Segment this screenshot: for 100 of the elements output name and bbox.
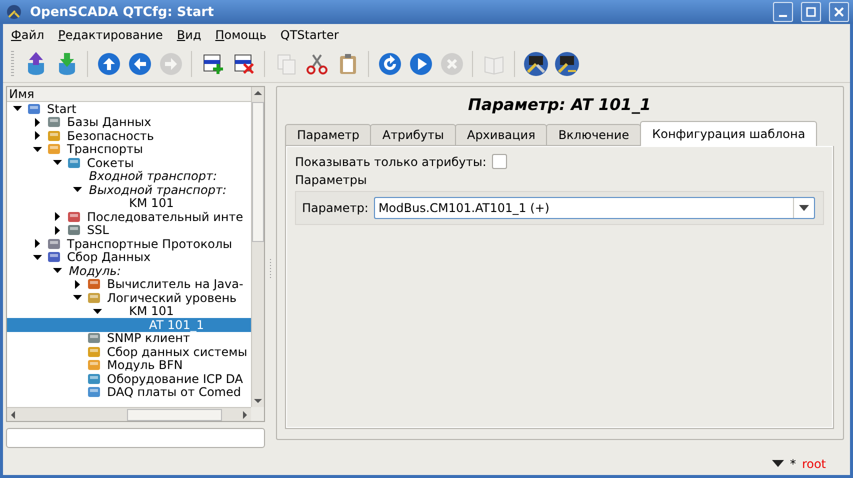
tree-row[interactable]: Start	[7, 102, 251, 116]
checkbox[interactable]	[492, 154, 508, 169]
dropdown-arrow-icon[interactable]	[772, 460, 784, 468]
tree-row[interactable]: Входной транспорт:	[7, 170, 251, 183]
tab[interactable]: Архивация	[454, 124, 548, 146]
minimize-button[interactable]	[773, 2, 793, 22]
tree-row[interactable]: Модуль BFN	[7, 358, 251, 372]
tree-row[interactable]: KM 101	[7, 196, 251, 210]
folder-node-icon	[27, 102, 41, 116]
tree-item-label: AT 101_1	[149, 318, 204, 332]
add-item-icon	[200, 52, 224, 76]
menu-item[interactable]: Вид	[176, 28, 202, 42]
folder-node-icon	[47, 236, 61, 251]
expanded-arrow-icon[interactable]	[53, 266, 62, 276]
tree-row[interactable]: Выходной транспорт:	[7, 183, 251, 196]
folder-node-icon	[47, 250, 61, 264]
tree-item-label: Сбор Данных	[67, 250, 151, 264]
tree-item-label: Модуль:	[69, 264, 121, 278]
folder-node-icon	[87, 358, 101, 372]
maximize-button[interactable]	[801, 2, 821, 22]
expanded-arrow-icon[interactable]	[73, 185, 82, 194]
collapsed-arrow-icon[interactable]	[53, 226, 62, 235]
close-icon	[834, 7, 844, 17]
tree-row[interactable]: Сбор данных системы	[7, 345, 251, 358]
tree-item-label: Безопасность	[67, 128, 154, 143]
collapsed-arrow-icon[interactable]	[33, 131, 42, 140]
field-label: Параметр:	[302, 201, 368, 215]
folder-node-icon	[67, 223, 81, 238]
tree-item-label: Модуль BFN	[107, 358, 183, 372]
tree-item-label: DAQ платы от Comed	[107, 385, 241, 400]
tree-row[interactable]: SSL	[7, 224, 251, 237]
input-field[interactable]	[6, 428, 265, 448]
tree-item-label: Сокеты	[87, 156, 134, 170]
vertical-scrollbar[interactable]	[251, 87, 264, 407]
menu-item[interactable]: Помощь	[215, 28, 266, 42]
tree-row[interactable]: Сбор Данных	[7, 250, 251, 264]
tree-item-label: Последовательный инте	[87, 210, 244, 224]
menu-item[interactable]: Редактирование	[58, 28, 163, 42]
status-marker: *	[790, 456, 796, 470]
tree-item-label: Оборудование ICP DA	[107, 372, 244, 386]
tree-row[interactable]: SNMP клиент	[7, 332, 251, 345]
expanded-arrow-icon[interactable]	[73, 293, 82, 302]
collapsed-arrow-icon[interactable]	[33, 239, 42, 248]
tree-row[interactable]: Модуль:	[7, 264, 251, 278]
folder-node-icon	[47, 115, 61, 130]
tab[interactable]: Конфигурация шаблона	[640, 121, 818, 146]
expanded-arrow-icon[interactable]	[33, 252, 42, 262]
tab[interactable]: Параметр	[285, 124, 372, 146]
dropdown-arrow-icon[interactable]	[799, 205, 809, 211]
column-header[interactable]: Имя	[7, 87, 251, 102]
close-button[interactable]	[829, 2, 849, 22]
tree-row[interactable]: Сокеты	[7, 156, 251, 170]
tree-row[interactable]: Безопасность	[7, 129, 251, 142]
folder-node-icon	[67, 156, 81, 170]
expanded-arrow-icon[interactable]	[93, 306, 102, 316]
stop-icon	[440, 52, 464, 76]
menu-item[interactable]: Файл	[11, 28, 44, 42]
folder-node-icon	[47, 128, 61, 143]
user-name: root	[802, 456, 826, 470]
tab[interactable]: Атрибуты	[370, 124, 456, 146]
tree-row[interactable]: Оборудование ICP DA	[7, 372, 251, 386]
tree-item-label: KM 101	[129, 304, 174, 318]
folder-node-icon	[47, 142, 61, 156]
parameter-combobox[interactable]: ModBus.CM101.AT101_1 (+)	[374, 197, 815, 219]
scrollbar-thumb[interactable]	[126, 408, 222, 420]
tree-row[interactable]: Базы Данных	[7, 116, 251, 129]
tree-item-label: KM 101	[129, 196, 174, 210]
tree-item-label: SSL	[87, 223, 109, 238]
tree-row[interactable]: Логический уровень	[7, 291, 251, 304]
tree-row[interactable]: KM 101	[7, 304, 251, 318]
menu-item[interactable]: QTStarter	[280, 28, 339, 42]
expanded-arrow-icon[interactable]	[53, 158, 62, 168]
scrollbar-thumb[interactable]	[252, 102, 264, 242]
tree-item-label: SNMP клиент	[107, 331, 190, 346]
scrollbar-corner	[251, 407, 264, 421]
tree-row[interactable]: Транспорты	[7, 142, 251, 156]
tab[interactable]: Включение	[546, 124, 642, 146]
maximize-icon	[806, 7, 816, 17]
tree-item-label: Сбор данных системы	[107, 344, 248, 359]
collapsed-arrow-icon[interactable]	[73, 280, 82, 289]
tree-item-label: Start	[47, 102, 76, 116]
tree-item-label: Транспортные Протоколы	[67, 236, 232, 251]
expanded-arrow-icon[interactable]	[13, 104, 22, 114]
folder-node-icon	[87, 372, 101, 386]
horizontal-scrollbar[interactable]	[7, 407, 251, 421]
folder-node-icon	[87, 385, 101, 400]
tree-item-label: Входной транспорт:	[89, 169, 218, 184]
minimize-icon	[779, 15, 787, 17]
tree-row[interactable]: Последовательный инте	[7, 210, 251, 224]
app-icon	[6, 4, 22, 20]
tree-row[interactable]: Вычислитель на Java-	[7, 278, 251, 291]
expanded-arrow-icon[interactable]	[33, 144, 42, 154]
collapsed-arrow-icon[interactable]	[53, 212, 62, 222]
group-label: Параметры	[295, 173, 368, 187]
collapsed-arrow-icon[interactable]	[33, 118, 42, 127]
tree-row[interactable]: AT 101_1	[7, 318, 251, 332]
tree-row[interactable]: DAQ платы от Comed	[7, 386, 251, 399]
tree-row[interactable]: Транспортные Протоколы	[7, 237, 251, 250]
tree-item-label: Базы Данных	[67, 115, 152, 130]
tree-item-label: Логический уровень	[107, 290, 237, 305]
